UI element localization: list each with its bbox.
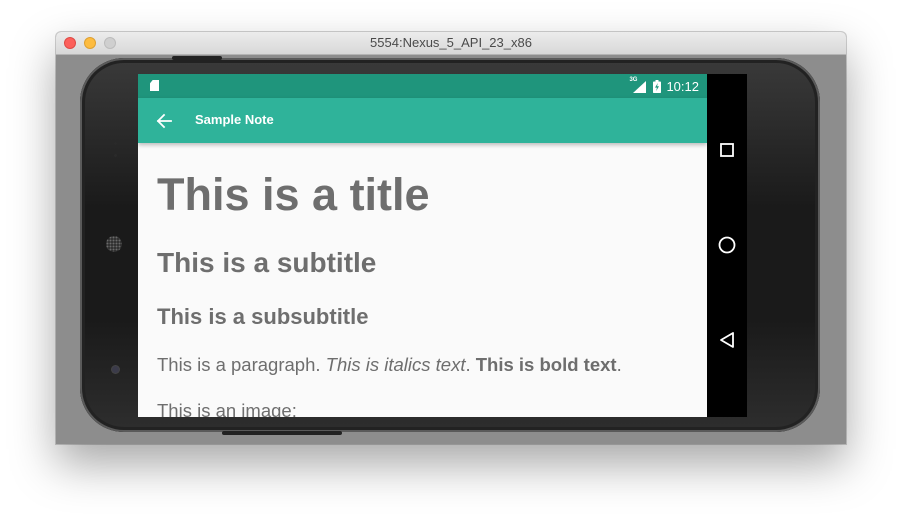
front-camera [112,366,119,373]
window-title: 5554:Nexus_5_API_23_x86 [370,35,532,50]
back-button[interactable] [152,109,176,133]
status-bar: 3G 10:12 [138,74,707,98]
circle-icon [718,236,736,254]
paragraph-separator: . [465,354,476,375]
window-titlebar[interactable]: 5554:Nexus_5_API_23_x86 [56,32,846,55]
note-subsubtitle: This is a subsubtitle [157,304,369,329]
nav-back-button[interactable] [707,320,747,360]
note-paragraph: This is a paragraph. This is italics tex… [157,353,622,377]
emulator-window: 5554:Nexus_5_API_23_x86 3G 10:12 Sample … [56,32,846,444]
paragraph-plain-text: This is a paragraph. [157,354,326,375]
paragraph-italic-text: This is italics text [325,354,466,375]
image-caption: This is an image: [157,400,297,417]
navigation-bar [707,74,747,417]
status-icons: 3G 10:12 [629,74,699,98]
battery-charging-icon [653,79,662,93]
app-window: 3G 10:12 Sample Note This is a title Thi… [138,74,707,417]
note-title: This is a title [157,169,430,220]
phone-button-bottom [222,431,342,435]
square-icon [720,143,734,157]
signal-indicator: 3G [629,77,647,93]
home-button[interactable] [707,225,747,265]
recents-button[interactable] [707,130,747,170]
paragraph-bold-text: This is bold text [475,354,617,375]
sensor-dot [114,154,117,157]
arrow-left-icon [156,113,172,129]
app-toolbar: Sample Note [138,98,707,143]
sensor-dot [114,142,117,145]
toolbar-title: Sample Note [195,112,274,127]
paragraph-end: . [616,354,622,375]
signal-icon [633,81,647,93]
status-clock: 10:12 [666,78,699,94]
phone-button-top [172,56,222,60]
sd-card-icon [150,80,159,91]
triangle-back-icon [720,332,734,348]
device-screen: 3G 10:12 Sample Note This is a title Thi… [138,74,747,417]
speaker-grille [106,236,122,252]
note-subtitle: This is a subtitle [157,247,377,278]
